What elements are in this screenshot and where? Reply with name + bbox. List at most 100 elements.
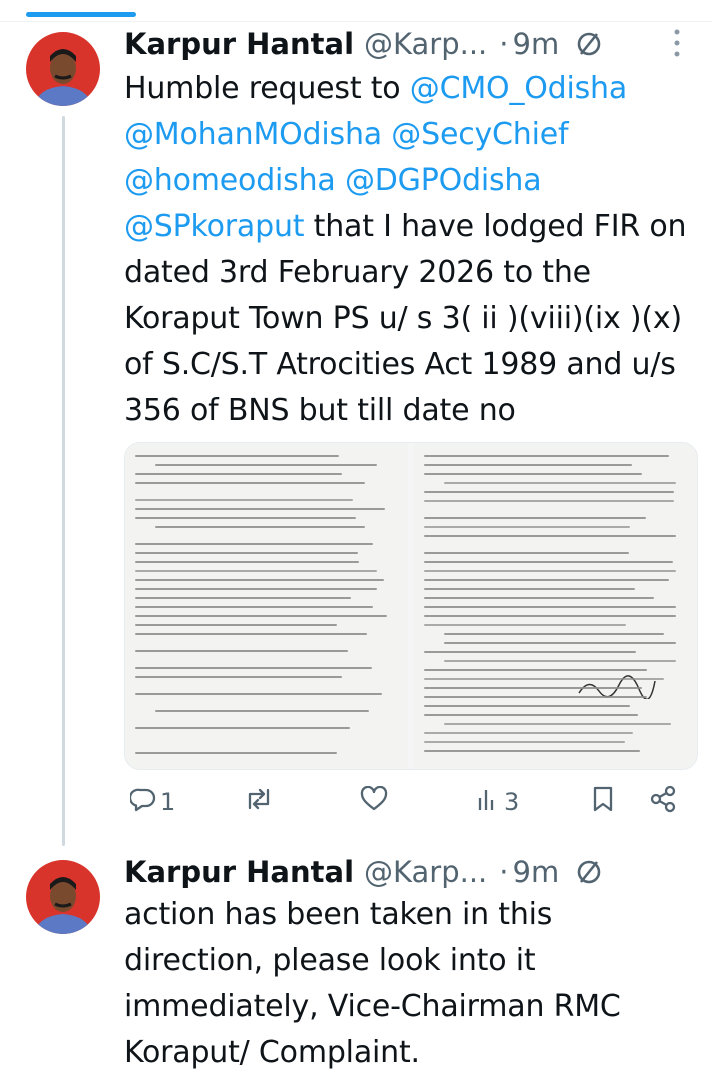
document-text-line [424,517,647,519]
avatar[interactable] [26,860,100,934]
document-text-line [424,615,676,617]
document-text-line [424,597,655,599]
document-text-line [424,750,640,752]
retweet-button[interactable] [244,786,278,818]
separator-dot: · [499,27,509,61]
document-text-line [424,491,674,493]
document-text-line [424,651,637,653]
document-text-line [444,633,664,635]
document-text-line [135,579,384,581]
tweet-header: Karpur Hantal @Karp... · 9m [124,852,682,892]
share-icon [650,785,678,819]
document-text-line [135,615,387,617]
document-text-line [135,667,372,669]
retweet-icon [244,786,274,818]
divider [0,21,712,22]
tweet-text: Humble request to @CMO_Odisha @MohanMOdi… [124,66,689,434]
document-text-line [135,693,382,695]
thread-line [62,116,65,846]
tweet-media[interactable] [124,442,698,770]
tweet-text-segment [382,117,391,152]
document-text-line [135,517,357,519]
mention-link[interactable]: @SecyChief [391,117,568,152]
author-name[interactable]: Karpur Hantal [124,27,354,61]
mention-link[interactable]: @SPkoraput [124,209,305,244]
document-text-line [135,455,340,457]
more-vertical-icon[interactable] [672,26,682,67]
document-text-line [444,723,672,725]
bookmark-button[interactable] [592,785,614,819]
document-text-line [424,535,676,537]
document-text-line [424,606,676,608]
document-text-line [424,561,674,563]
tweet-text-segment [336,163,345,198]
document-text-line [424,678,665,680]
document-text-line [424,624,627,626]
document-image[interactable] [414,443,697,769]
share-button[interactable] [650,785,678,819]
nope-icon [575,858,603,886]
document-text-line [424,696,648,698]
document-text-line [135,499,353,501]
document-text-line [444,642,676,644]
tweet-text: action has been taken in this direction,… [124,897,621,1070]
views-count: 3 [504,788,520,816]
mention-link[interactable]: @homeodisha [124,163,336,198]
document-text-line [424,500,675,502]
document-text-line [424,669,648,671]
views-button[interactable]: 3 [476,786,519,818]
document-text-line [424,552,629,554]
document-text-line [135,633,368,635]
tweet-text-segment: Humble request to [124,71,410,106]
document-text-line [135,543,373,545]
document-image[interactable] [125,443,408,769]
document-text-line [444,660,676,662]
document-text-line [135,473,343,475]
document-text-line [424,579,670,581]
document-text-line [135,597,352,599]
like-button[interactable] [360,785,392,818]
heart-icon [360,785,388,818]
mention-link[interactable]: @CMO_Odisha [410,71,627,106]
tweet-actions: 1 3 [124,784,684,820]
views-icon [476,786,500,818]
document-text-line [135,606,374,608]
mention-link[interactable]: @DGPOdisha [345,163,542,198]
tweet-header: Karpur Hantal @Karp... · 9m [124,24,682,64]
author-handle[interactable]: @Karp... [364,27,487,61]
reply-button[interactable]: 1 [128,786,176,818]
document-text-line [135,482,365,484]
document-text-line [424,714,639,716]
document-text-line [424,570,676,572]
separator-dot: · [499,855,509,889]
timestamp[interactable]: 9m [513,855,560,889]
author-handle[interactable]: @Karp... [364,855,487,889]
document-text-line [424,687,643,689]
document-text-line [135,552,359,554]
document-text-line [135,588,377,590]
document-text-line [424,455,670,457]
document-text-line [135,650,348,652]
document-text-line [424,705,630,707]
document-text-line [424,588,636,590]
document-text-line [424,732,634,734]
document-text-line [135,570,377,572]
reply-icon [128,786,156,818]
document-text-line [135,624,338,626]
document-text-line [135,508,386,510]
document-text-line [155,464,378,466]
document-text-line [424,473,642,475]
document-text-line [424,526,630,528]
timestamp[interactable]: 9m [513,27,560,61]
document-text-line [135,676,343,678]
document-text-line [135,561,360,563]
avatar[interactable] [26,32,100,106]
author-name[interactable]: Karpur Hantal [124,855,354,889]
mention-link[interactable]: @MohanMOdisha [124,117,382,152]
reply-count: 1 [160,788,176,816]
document-text-line [444,482,676,484]
document-text-line [155,710,369,712]
document-text-line [424,464,632,466]
document-text-line [424,741,626,743]
nope-icon [575,30,603,58]
